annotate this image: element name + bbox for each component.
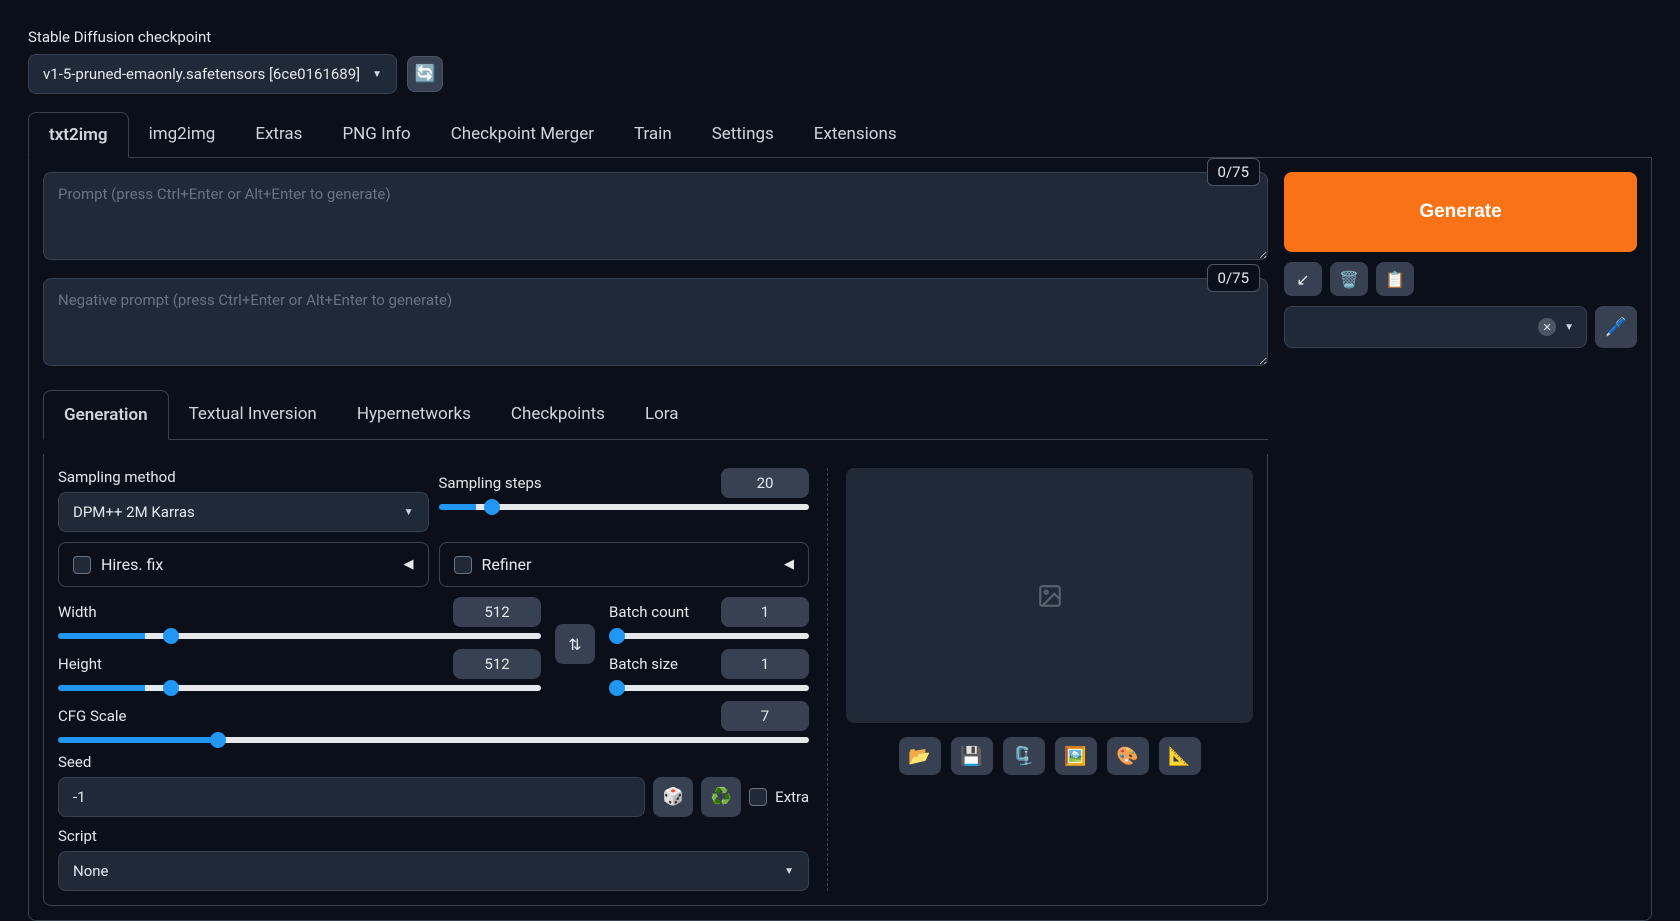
hires-fix-label: Hires. fix bbox=[101, 555, 163, 574]
hires-fix-toggle[interactable]: Hires. fix ◀ bbox=[58, 542, 429, 587]
chevron-down-icon: ▼ bbox=[372, 69, 382, 80]
styles-select[interactable]: ✕ ▼ bbox=[1284, 306, 1587, 348]
recycle-icon: ♻️ bbox=[711, 787, 732, 807]
tab-extras[interactable]: Extras bbox=[235, 112, 322, 157]
checkpoint-value: v1-5-pruned-emaonly.safetensors [6ce0161… bbox=[43, 65, 360, 83]
triangle-left-icon: ◀ bbox=[784, 557, 794, 572]
paste-button[interactable]: 📋 bbox=[1376, 262, 1414, 296]
width-input[interactable] bbox=[453, 597, 541, 627]
tab-txt2img[interactable]: txt2img bbox=[28, 112, 129, 158]
checkpoint-label: Stable Diffusion checkpoint bbox=[28, 28, 1652, 46]
clipboard-icon: 📋 bbox=[1385, 270, 1405, 289]
refiner-toggle[interactable]: Refiner ◀ bbox=[439, 542, 810, 587]
output-preview bbox=[846, 468, 1253, 723]
script-label: Script bbox=[58, 827, 809, 845]
negative-prompt-token-count: 0/75 bbox=[1207, 264, 1260, 292]
folder-icon: 📂 bbox=[908, 746, 930, 767]
sub-tabs: Generation Textual Inversion Hypernetwor… bbox=[43, 390, 1268, 440]
width-slider[interactable] bbox=[58, 633, 541, 639]
sampling-method-label: Sampling method bbox=[58, 468, 429, 486]
refiner-label: Refiner bbox=[482, 555, 532, 574]
seed-extra-label: Extra bbox=[775, 788, 809, 806]
seed-extra-checkbox[interactable] bbox=[749, 788, 767, 806]
cfg-slider[interactable] bbox=[58, 737, 809, 743]
sampling-steps-slider[interactable] bbox=[439, 504, 810, 510]
sampling-steps-label: Sampling steps bbox=[439, 474, 542, 492]
archive-icon: 🗜️ bbox=[1012, 746, 1034, 767]
tab-settings[interactable]: Settings bbox=[692, 112, 794, 157]
hires-fix-checkbox[interactable] bbox=[73, 556, 91, 574]
tab-extensions[interactable]: Extensions bbox=[794, 112, 917, 157]
trash-icon: 🗑️ bbox=[1339, 270, 1359, 289]
send-inpaint-button[interactable]: 🎨 bbox=[1107, 737, 1149, 775]
subtab-lora[interactable]: Lora bbox=[625, 390, 699, 439]
batch-count-slider[interactable] bbox=[609, 633, 809, 639]
subtab-hypernetworks[interactable]: Hypernetworks bbox=[337, 390, 491, 439]
prompt-token-count: 0/75 bbox=[1207, 158, 1260, 186]
chevron-down-icon: ▼ bbox=[1564, 322, 1574, 333]
send-img2img-button[interactable]: 🖼️ bbox=[1055, 737, 1097, 775]
prompt-input[interactable] bbox=[43, 172, 1268, 260]
triangle-left-icon: ◀ bbox=[404, 557, 414, 572]
palette-icon: 🎨 bbox=[1116, 746, 1138, 767]
open-folder-button[interactable]: 📂 bbox=[899, 737, 941, 775]
sampling-method-value: DPM++ 2M Karras bbox=[73, 503, 195, 521]
main-tabs: txt2img img2img Extras PNG Info Checkpoi… bbox=[28, 112, 1652, 158]
tab-img2img[interactable]: img2img bbox=[129, 112, 236, 157]
generate-button[interactable]: Generate bbox=[1284, 172, 1637, 252]
sampling-method-select[interactable]: DPM++ 2M Karras ▼ bbox=[58, 492, 429, 532]
batch-size-slider[interactable] bbox=[609, 685, 809, 691]
chevron-down-icon: ▼ bbox=[404, 507, 414, 518]
refiner-checkbox[interactable] bbox=[454, 556, 472, 574]
subtab-checkpoints[interactable]: Checkpoints bbox=[491, 390, 625, 439]
cfg-input[interactable] bbox=[721, 701, 809, 731]
edit-styles-button[interactable]: 🖊️ bbox=[1595, 306, 1637, 348]
script-select[interactable]: None ▼ bbox=[58, 851, 809, 891]
pencil-icon: 🖊️ bbox=[1605, 317, 1627, 338]
batch-count-label: Batch count bbox=[609, 603, 689, 621]
script-value: None bbox=[73, 862, 109, 880]
swap-icon: ⇅ bbox=[568, 635, 581, 654]
interrogate-button[interactable]: ↙ bbox=[1284, 262, 1322, 296]
sampling-steps-input[interactable] bbox=[721, 468, 809, 498]
chevron-down-icon: ▼ bbox=[784, 866, 794, 877]
cfg-label: CFG Scale bbox=[58, 707, 127, 725]
ruler-icon: 📐 bbox=[1168, 746, 1190, 767]
height-slider[interactable] bbox=[58, 685, 541, 691]
send-extras-button[interactable]: 📐 bbox=[1159, 737, 1201, 775]
swap-dimensions-button[interactable]: ⇅ bbox=[555, 624, 595, 664]
refresh-icon: 🔄 bbox=[414, 64, 435, 84]
image-icon: 🖼️ bbox=[1064, 746, 1086, 767]
tab-checkpoint-merger[interactable]: Checkpoint Merger bbox=[431, 112, 614, 157]
seed-random-button[interactable]: 🎲 bbox=[653, 777, 693, 817]
dice-icon: 🎲 bbox=[663, 787, 684, 807]
save-button[interactable]: 💾 bbox=[951, 737, 993, 775]
image-placeholder-icon bbox=[1037, 583, 1063, 609]
tab-train[interactable]: Train bbox=[614, 112, 692, 157]
seed-label: Seed bbox=[58, 753, 809, 771]
subtab-generation[interactable]: Generation bbox=[43, 390, 169, 440]
seed-input[interactable] bbox=[58, 777, 645, 817]
subtab-textual-inversion[interactable]: Textual Inversion bbox=[169, 390, 337, 439]
seed-reuse-button[interactable]: ♻️ bbox=[701, 777, 741, 817]
batch-count-input[interactable] bbox=[721, 597, 809, 627]
refresh-checkpoint-button[interactable]: 🔄 bbox=[407, 56, 443, 92]
height-input[interactable] bbox=[453, 649, 541, 679]
checkpoint-select[interactable]: v1-5-pruned-emaonly.safetensors [6ce0161… bbox=[28, 54, 397, 94]
width-label: Width bbox=[58, 603, 97, 621]
negative-prompt-input[interactable] bbox=[43, 278, 1268, 366]
save-icon: 💾 bbox=[960, 746, 982, 767]
output-toolbar: 📂 💾 🗜️ 🖼️ 🎨 📐 bbox=[846, 737, 1253, 775]
height-label: Height bbox=[58, 655, 102, 673]
clear-styles-icon[interactable]: ✕ bbox=[1538, 318, 1556, 336]
batch-size-input[interactable] bbox=[721, 649, 809, 679]
tab-png-info[interactable]: PNG Info bbox=[322, 112, 430, 157]
zip-button[interactable]: 🗜️ bbox=[1003, 737, 1045, 775]
clear-prompt-button[interactable]: 🗑️ bbox=[1330, 262, 1368, 296]
batch-size-label: Batch size bbox=[609, 655, 678, 673]
arrow-in-icon: ↙ bbox=[1296, 270, 1309, 289]
